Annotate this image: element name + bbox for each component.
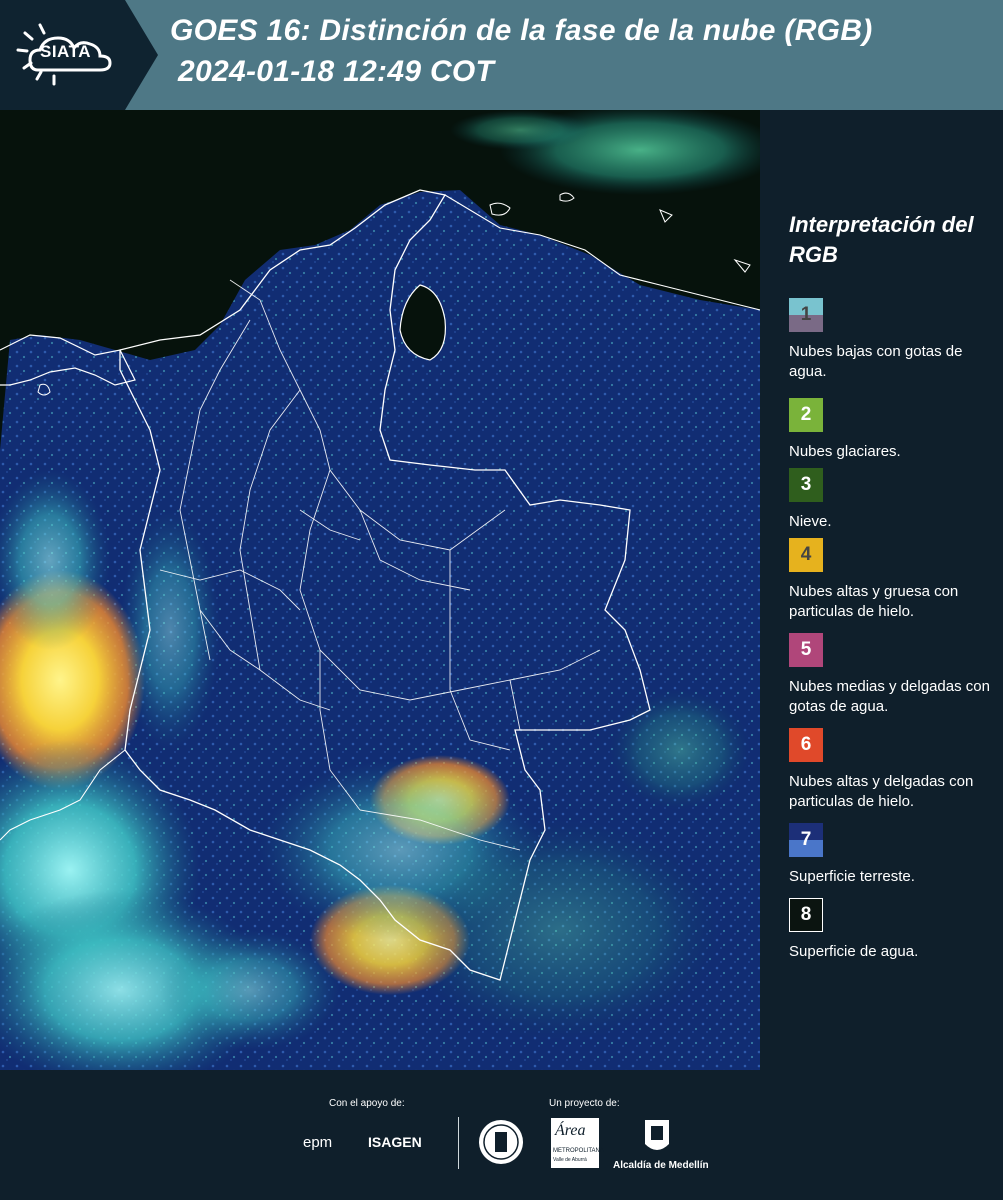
legend-label: Nubes altas y gruesa con particulas de h… — [789, 583, 959, 620]
legend-number: 4 — [800, 544, 812, 565]
legend-label: Superficie terreste. — [789, 868, 915, 885]
legend-item-7: 7 Superficie terreste. — [789, 823, 999, 887]
project-label: Un proyecto de: — [549, 1098, 620, 1109]
legend-label: Nubes glaciares. — [789, 443, 901, 460]
legend-label: Nubes altas y delgadas con particulas de… — [789, 773, 974, 810]
legend-item-1: 1 Nubes bajas con gotas de agua. — [789, 298, 999, 382]
satellite-image — [0, 110, 760, 1070]
legend-swatch-5: 5 — [789, 633, 823, 667]
page-datetime: 2024-01-18 12:49 COT — [178, 55, 495, 88]
legend-swatch-1: 1 — [789, 298, 823, 332]
header-bar: SIATA GOES 16: Distinción de la fase de … — [0, 0, 1003, 110]
legend-item-3: 3 Nieve. — [789, 468, 999, 532]
legend-swatch-6: 6 — [789, 728, 823, 762]
legend-item-2: 2 Nubes glaciares. — [789, 398, 999, 462]
satellite-map — [0, 110, 760, 1070]
medallion-logo — [479, 1120, 523, 1164]
legend-number: 7 — [800, 829, 812, 850]
legend-number: 6 — [800, 734, 812, 755]
legend-label: Nubes medias y delgadas con gotas de agu… — [789, 678, 990, 715]
metro-text: METROPOLITANA — [553, 1148, 604, 1154]
legend-swatch-2: 2 — [789, 398, 823, 432]
legend-label: Nieve. — [789, 513, 832, 530]
legend-number: 5 — [800, 639, 812, 660]
legend-label: Nubes bajas con gotas de agua. — [789, 343, 963, 380]
footer-divider — [458, 1117, 459, 1169]
legend-number: 2 — [800, 404, 812, 425]
alcaldia-label: Alcaldía de Medellín — [613, 1160, 709, 1171]
area-metropolitana-logo: Área METROPOLITANA Valle de Aburrá — [551, 1118, 604, 1168]
legend-item-4: 4 Nubes altas y gruesa con particulas de … — [789, 538, 999, 622]
epm-logo: epm — [303, 1134, 333, 1151]
legend-title: Interpretación del RGB — [789, 212, 974, 267]
support-label: Con el apoyo de: — [329, 1098, 405, 1109]
page-title: GOES 16: Distinción de la fase de la nub… — [170, 14, 873, 47]
legend-number: 1 — [800, 304, 812, 325]
logo-panel: SIATA — [0, 0, 160, 110]
legend-swatch-7: 7 — [789, 823, 823, 857]
legend-panel: Interpretación del RGB 1 Nubes bajas con … — [776, 210, 998, 960]
legend-item-6: 6 Nubes altas y delgadas con particulas d… — [789, 728, 999, 812]
legend-item-8: 8 Superficie de agua. — [789, 898, 999, 962]
legend-number: 3 — [800, 474, 812, 495]
footer: Con el apoyo de: Un proyecto de: epm ISA… — [0, 1070, 1003, 1200]
legend-swatch-8: 8 — [789, 898, 823, 932]
siata-logo-text: SIATA — [40, 42, 91, 61]
metro-sub: Valle de Aburrá — [553, 1157, 587, 1163]
legend-swatch-3: 3 — [789, 468, 823, 502]
legend-number: 8 — [800, 904, 812, 925]
legend-swatch-4: 4 — [789, 538, 823, 572]
alcaldia-coat-of-arms-icon — [645, 1120, 669, 1150]
legend-item-5: 5 Nubes medias y delgadas con gotas de ag… — [789, 633, 999, 717]
isagen-logo: ISAGEN — [368, 1134, 422, 1150]
legend-label: Superficie de agua. — [789, 943, 919, 960]
